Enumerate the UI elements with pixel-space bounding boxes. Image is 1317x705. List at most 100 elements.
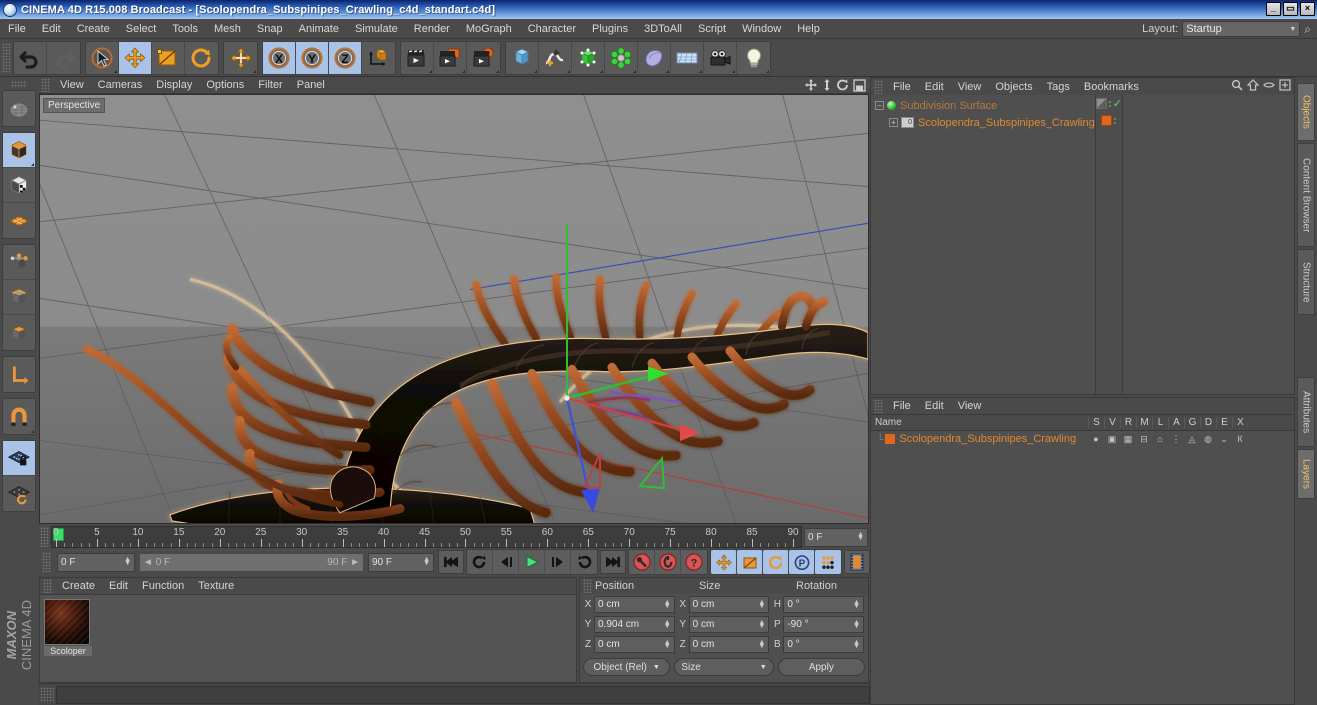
status-bar-grip[interactable] [40,686,54,703]
column-r[interactable]: R [1120,417,1136,428]
object-manager-grip[interactable] [874,79,883,94]
material-item[interactable]: Scoloper [44,599,92,678]
menu-mesh[interactable]: Mesh [206,21,249,37]
layer-manager-cell[interactable]: ⊟ [1136,434,1152,445]
viewport-grip[interactable] [41,78,50,92]
coordinate-mode-dropdown[interactable]: Object (Rel) ▼ [583,658,671,676]
layer-view-cell[interactable]: ▣ [1104,434,1120,445]
object-row-scolopendra[interactable]: + 0 Scolopendra_Subspinipes_Crawling [871,114,1095,131]
menu-window[interactable]: Window [734,21,789,37]
next-frame-button[interactable] [545,550,571,574]
size-x-field[interactable]: 0 cm ▲ ▼ [688,596,770,613]
scale-tool[interactable] [152,41,185,74]
size-mode-dropdown[interactable]: Size ▼ [674,658,774,676]
object-tree[interactable]: – Subdivision Surface + 0 Scolopendra_Su… [871,95,1095,394]
object-menu-view[interactable]: View [951,81,989,93]
object-manager-empty-area[interactable] [1121,95,1294,394]
layer-menu-edit[interactable]: Edit [918,400,951,412]
previous-frame-button[interactable] [493,550,519,574]
render-to-picture-viewer-button[interactable] [434,41,467,74]
render-settings-gear-button[interactable] [467,42,500,74]
add-cube-object[interactable] [506,41,539,74]
spinner-icon[interactable]: ▲ ▼ [758,639,765,650]
apply-button[interactable]: Apply [777,658,865,676]
object-tags-row-2[interactable] [1096,112,1122,129]
menu-create[interactable]: Create [69,21,118,37]
minimize-button[interactable]: _ [1266,2,1281,16]
undo-button[interactable] [14,41,47,74]
viewport-menu-cameras[interactable]: Cameras [91,79,150,91]
column-e[interactable]: E [1216,417,1232,428]
spinner-icon[interactable]: ▲ ▼ [423,556,430,567]
menu-plugins[interactable]: Plugins [584,21,636,37]
viewport-menu-panel[interactable]: Panel [290,79,332,91]
eye-icon[interactable] [1263,79,1275,91]
object-menu-edit[interactable]: Edit [918,81,951,93]
autokeying-button[interactable] [655,550,681,574]
material-menu-create[interactable]: Create [55,580,102,592]
go-to-end-button[interactable] [600,550,626,574]
spinner-icon[interactable]: ▲ ▼ [853,619,860,630]
layer-expression-cell[interactable]: ⌄ [1216,434,1232,445]
position-z-field[interactable]: 0 cm ▲ ▼ [594,636,675,653]
column-d[interactable]: D [1200,417,1216,428]
points-mode[interactable] [3,245,35,280]
spinner-icon[interactable]: ▲ ▼ [853,599,860,610]
column-g[interactable]: G [1184,417,1200,428]
viewport-rotate-icon[interactable] [836,78,850,92]
menu-render[interactable]: Render [406,21,458,37]
axis-modify-mode[interactable] [3,357,35,392]
tab-objects[interactable]: Objects [1297,83,1315,141]
column-m[interactable]: M [1136,417,1152,428]
visibility-dots-icon[interactable] [1108,100,1111,107]
layer-generator-cell[interactable]: ◬ [1184,434,1200,445]
search-icon[interactable]: ⌕ [1304,22,1311,37]
coordinates-grip[interactable] [583,579,592,593]
timeline-controls-grip[interactable] [42,552,51,572]
spinner-icon[interactable]: ▲ ▼ [853,639,860,650]
go-to-start-button[interactable] [438,550,464,574]
preview-range-slider[interactable]: ◄ 0 F 90 F ► [139,552,364,572]
object-tags-row-1[interactable]: ✓ [1095,95,1122,112]
size-z-field[interactable]: 0 cm ▲ ▼ [688,636,770,653]
maximize-button[interactable]: ▭ [1283,2,1298,16]
object-menu-file[interactable]: File [886,81,918,93]
rotation-h-field[interactable]: 0 ° ▲ ▼ [783,596,865,613]
z-axis-lock[interactable]: Z [329,41,362,74]
workplane-mode[interactable] [3,203,35,238]
texture-mode[interactable] [3,168,35,203]
add-deformer-object[interactable] [605,41,638,74]
record-active-objects-button[interactable] [629,550,655,574]
world-object-axis-tool[interactable] [224,42,257,74]
play-backwards-loop-button[interactable] [467,550,493,574]
position-y-field[interactable]: 0.904 cm ▲ ▼ [594,616,675,633]
object-menu-objects[interactable]: Objects [988,81,1039,93]
spinner-icon[interactable]: ▲ ▼ [758,619,765,630]
menu-3dtoall[interactable]: 3DToAll [636,21,690,37]
close-button[interactable]: × [1300,2,1315,16]
layer-animation-cell[interactable]: ⋮ [1168,434,1184,445]
scale-key-toggle[interactable] [737,550,763,574]
end-frame-field[interactable]: 90 F ▲ ▼ [368,552,434,572]
y-axis-lock[interactable]: Y [296,41,329,74]
column-x[interactable]: X [1232,417,1248,428]
material-tag-icon[interactable] [1101,115,1113,126]
object-menu-tags[interactable]: Tags [1040,81,1077,93]
current-frame-display[interactable]: 0 F ▲ ▼ [804,527,868,547]
model-mode[interactable] [3,133,35,168]
spinner-icon[interactable]: ▲ ▼ [664,599,671,610]
size-y-field[interactable]: 0 cm ▲ ▼ [688,616,770,633]
menu-simulate[interactable]: Simulate [347,21,406,37]
search-icon[interactable] [1231,79,1243,91]
viewport-menu-filter[interactable]: Filter [251,79,289,91]
home-icon[interactable] [1247,79,1259,91]
toolbar-grip[interactable] [2,42,11,73]
add-camera-object[interactable] [704,41,737,74]
spinner-icon[interactable]: ▲ ▼ [124,556,131,567]
menu-animate[interactable]: Animate [291,21,347,37]
object-row-subdivision-surface[interactable]: – Subdivision Surface [871,97,1095,114]
menu-character[interactable]: Character [520,21,584,37]
rotate-tool[interactable] [185,42,218,74]
layer-render-cell[interactable]: ▦ [1120,434,1136,445]
viewport-menu-display[interactable]: Display [149,79,199,91]
